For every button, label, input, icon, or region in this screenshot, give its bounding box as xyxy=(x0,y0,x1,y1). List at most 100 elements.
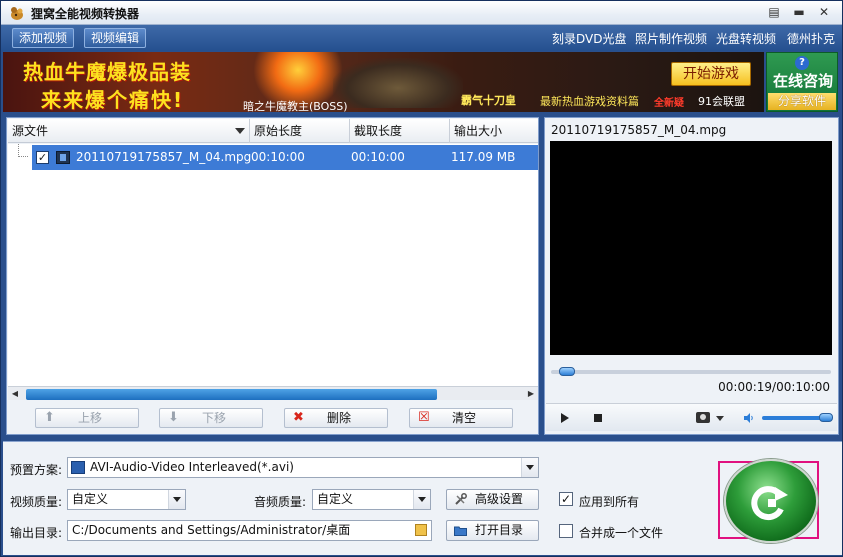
share-software-button[interactable]: 分享软件 xyxy=(768,93,836,110)
tree-connector xyxy=(18,144,28,157)
preview-panel: 20110719175857_M_04.mpg 00:00:19/00:10:0… xyxy=(544,117,839,435)
preset-select[interactable]: AVI-Audio-Video Interleaved(*.avi) xyxy=(67,457,539,478)
scroll-thumb[interactable] xyxy=(26,389,437,400)
horizontal-scrollbar[interactable]: ◀ ▶ xyxy=(8,386,538,400)
output-dir-value: C:/Documents and Settings/Administrator/… xyxy=(72,523,351,537)
video-file-icon xyxy=(56,151,70,164)
video-quality-label: 视频质量: xyxy=(10,495,63,509)
delete-x-icon: ✖ xyxy=(293,410,304,425)
banner-creature-art xyxy=(333,58,463,108)
move-down-button[interactable]: ⬇ 下移 xyxy=(159,408,263,428)
file-list-body: ✓ 20110719175857_M_04.mpg 00:10:00 00:10… xyxy=(8,144,538,386)
chevron-down-icon[interactable] xyxy=(168,490,185,509)
row-checkbox[interactable]: ✓ xyxy=(36,151,49,164)
snapshot-camera-icon[interactable] xyxy=(696,412,710,423)
scroll-left-icon[interactable]: ◀ xyxy=(8,387,22,401)
speaker-icon[interactable] xyxy=(744,413,754,423)
column-source-file[interactable]: 源文件 xyxy=(8,119,250,143)
video-format-icon xyxy=(71,461,85,474)
scroll-right-icon[interactable]: ▶ xyxy=(524,387,538,401)
app-title: 狸窝全能视频转换器 xyxy=(31,7,140,21)
preset-label: 预置方案: xyxy=(10,463,63,477)
seek-bar[interactable] xyxy=(551,367,831,376)
column-original-length[interactable]: 原始长度 xyxy=(250,119,350,143)
output-settings-panel: 预置方案: AVI-Audio-Video Interleaved(*.avi)… xyxy=(3,441,842,555)
online-consult-label: 在线咨询 xyxy=(772,72,833,90)
banner-news-link[interactable]: 最新热血游戏资料篇 xyxy=(540,93,639,109)
seek-handle[interactable] xyxy=(559,367,575,376)
texas-poker-link[interactable]: 德州扑克 xyxy=(787,30,835,47)
minimize-icon[interactable]: ▬ xyxy=(791,5,807,20)
preset-value: AVI-Audio-Video Interleaved(*.avi) xyxy=(90,460,294,474)
row-clip-length: 00:10:00 xyxy=(351,150,405,164)
app-window: 狸窝全能视频转换器 ▤ ▬ ✕ 添加视频 视频编辑 刻录DVD光盘 照片制作视频… xyxy=(0,0,843,557)
chevron-down-icon[interactable] xyxy=(413,490,430,509)
start-game-button[interactable]: 开始游戏 xyxy=(671,62,751,86)
move-down-label: 下移 xyxy=(202,411,227,425)
photo-video-link[interactable]: 照片制作视频 xyxy=(635,30,707,47)
volume-handle[interactable] xyxy=(819,413,833,422)
audio-quality-select[interactable]: 自定义 xyxy=(312,489,431,510)
column-output-size[interactable]: 输出大小 xyxy=(450,119,538,143)
banner-slogan-1: 热血牛魔爆极品装 xyxy=(23,60,191,84)
stop-icon[interactable] xyxy=(594,414,602,422)
playback-time: 00:00:19/00:10:00 xyxy=(718,380,830,394)
open-directory-label: 打开目录 xyxy=(475,523,524,537)
advanced-settings-label: 高级设置 xyxy=(475,492,524,506)
video-preview[interactable] xyxy=(550,141,832,355)
row-original-length: 00:10:00 xyxy=(251,150,305,164)
close-icon[interactable]: ✕ xyxy=(816,5,832,20)
table-row[interactable]: ✓ 20110719175857_M_04.mpg 00:10:00 00:10… xyxy=(32,145,538,170)
title-bar: 狸窝全能视频转换器 ▤ ▬ ✕ xyxy=(1,1,842,25)
add-video-button[interactable]: 添加视频 xyxy=(12,28,75,48)
row-output-size: 117.09 MB xyxy=(451,150,516,164)
convert-button[interactable] xyxy=(724,459,818,543)
ad-banner[interactable]: 热血牛魔爆极品装 来来爆个痛快! 暗之牛魔教主(BOSS) 霸气十刀皇 最新热血… xyxy=(3,52,764,112)
move-up-button[interactable]: ⬆ 上移 xyxy=(35,408,139,428)
video-quality-select[interactable]: 自定义 xyxy=(67,489,186,510)
banner-union-label[interactable]: 91会联盟 xyxy=(698,93,745,109)
output-dir-label: 输出目录: xyxy=(10,526,63,540)
banner-blade-caption: 霸气十刀皇 xyxy=(461,94,516,107)
delete-label: 删除 xyxy=(327,411,352,425)
clear-label: 清空 xyxy=(452,411,477,425)
convert-refresh-icon xyxy=(751,486,788,521)
chevron-down-icon[interactable] xyxy=(521,458,538,477)
arrow-down-icon: ⬇ xyxy=(168,410,179,425)
volume-slider[interactable] xyxy=(762,413,833,422)
online-consult-panel[interactable]: ? 在线咨询 分享软件 xyxy=(766,52,838,112)
file-list-header: 源文件 原始长度 截取长度 输出大小 xyxy=(8,119,538,143)
browse-folder-icon[interactable] xyxy=(415,524,427,536)
play-icon[interactable] xyxy=(561,413,569,423)
preview-file-name: 20110719175857_M_04.mpg xyxy=(551,123,727,137)
move-up-label: 上移 xyxy=(78,411,103,425)
help-icon: ? xyxy=(795,56,809,70)
banner-slogan-2: 来来爆个痛快! xyxy=(41,88,185,112)
clear-list-icon: ☒ xyxy=(418,410,430,425)
advanced-settings-button[interactable]: 高级设置 xyxy=(446,489,539,510)
burn-dvd-link[interactable]: 刻录DVD光盘 xyxy=(552,30,626,47)
row-file-name: 20110719175857_M_04.mpg xyxy=(76,150,252,164)
chevron-down-icon[interactable] xyxy=(716,416,724,421)
merge-files-label: 合并成一个文件 xyxy=(579,526,664,540)
banner-boss-caption: 暗之牛魔教主(BOSS) xyxy=(243,100,348,112)
open-directory-button[interactable]: 打开目录 xyxy=(446,520,539,541)
disc-to-video-link[interactable]: 光盘转视频 xyxy=(716,30,776,47)
restore-icon[interactable]: ▤ xyxy=(766,5,782,20)
apply-all-label: 应用到所有 xyxy=(579,495,640,509)
column-source-file-label: 源文件 xyxy=(12,124,49,138)
merge-files-checkbox[interactable] xyxy=(559,524,573,538)
clear-button[interactable]: ☒ 清空 xyxy=(409,408,513,428)
video-quality-value: 自定义 xyxy=(72,492,109,506)
column-clip-length[interactable]: 截取长度 xyxy=(350,119,450,143)
app-logo-icon xyxy=(11,7,23,20)
playback-controls xyxy=(546,403,837,431)
output-dir-field[interactable]: C:/Documents and Settings/Administrator/… xyxy=(67,520,432,541)
delete-button[interactable]: ✖ 删除 xyxy=(284,408,388,428)
banner-new-badge: 全新疑 xyxy=(654,98,684,109)
apply-all-checkbox[interactable]: ✓ xyxy=(559,492,573,506)
edit-video-button[interactable]: 视频编辑 xyxy=(84,28,147,48)
tools-icon xyxy=(455,493,467,505)
audio-quality-label: 音频质量: xyxy=(254,495,307,509)
file-list-panel: 源文件 原始长度 截取长度 输出大小 ✓ 20110719175857_M_04… xyxy=(6,117,539,435)
